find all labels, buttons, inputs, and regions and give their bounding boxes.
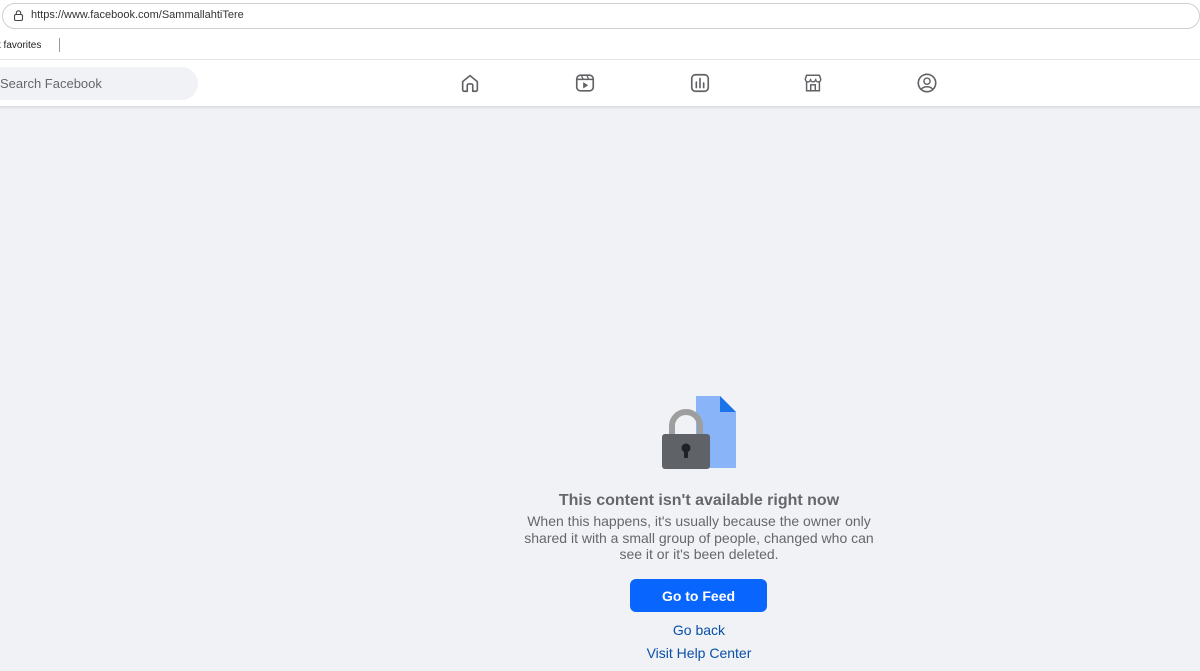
address-bar[interactable]: https://www.facebook.com/SammallahtiTere — [2, 3, 1200, 29]
profile-icon[interactable] — [915, 71, 939, 95]
favorites-label[interactable]: t favorites — [0, 40, 41, 51]
url-text[interactable]: https://www.facebook.com/SammallahtiTere — [31, 9, 244, 21]
favorites-divider — [59, 38, 60, 52]
go-to-feed-button[interactable]: Go to Feed — [630, 579, 767, 612]
locked-content-icon — [660, 396, 740, 472]
lock-icon[interactable] — [12, 9, 25, 22]
content-unavailable-page: This content isn't available right now W… — [0, 108, 1200, 671]
favorites-bar: t favorites — [0, 34, 1200, 56]
unavailable-title: This content isn't available right now — [558, 492, 840, 509]
video-icon[interactable] — [573, 71, 597, 95]
marketplace-icon[interactable] — [801, 71, 825, 95]
browser-chrome: https://www.facebook.com/SammallahtiTere… — [0, 0, 1200, 60]
search-box[interactable] — [0, 67, 198, 100]
unavailable-description: When this happens, it's usually because … — [524, 513, 874, 562]
help-center-link[interactable]: Visit Help Center — [599, 645, 799, 661]
facebook-top-nav — [0, 60, 1200, 107]
search-input[interactable] — [0, 67, 188, 100]
home-icon[interactable] — [458, 71, 482, 95]
go-back-link[interactable]: Go back — [599, 622, 799, 638]
groups-stats-icon[interactable] — [688, 71, 712, 95]
